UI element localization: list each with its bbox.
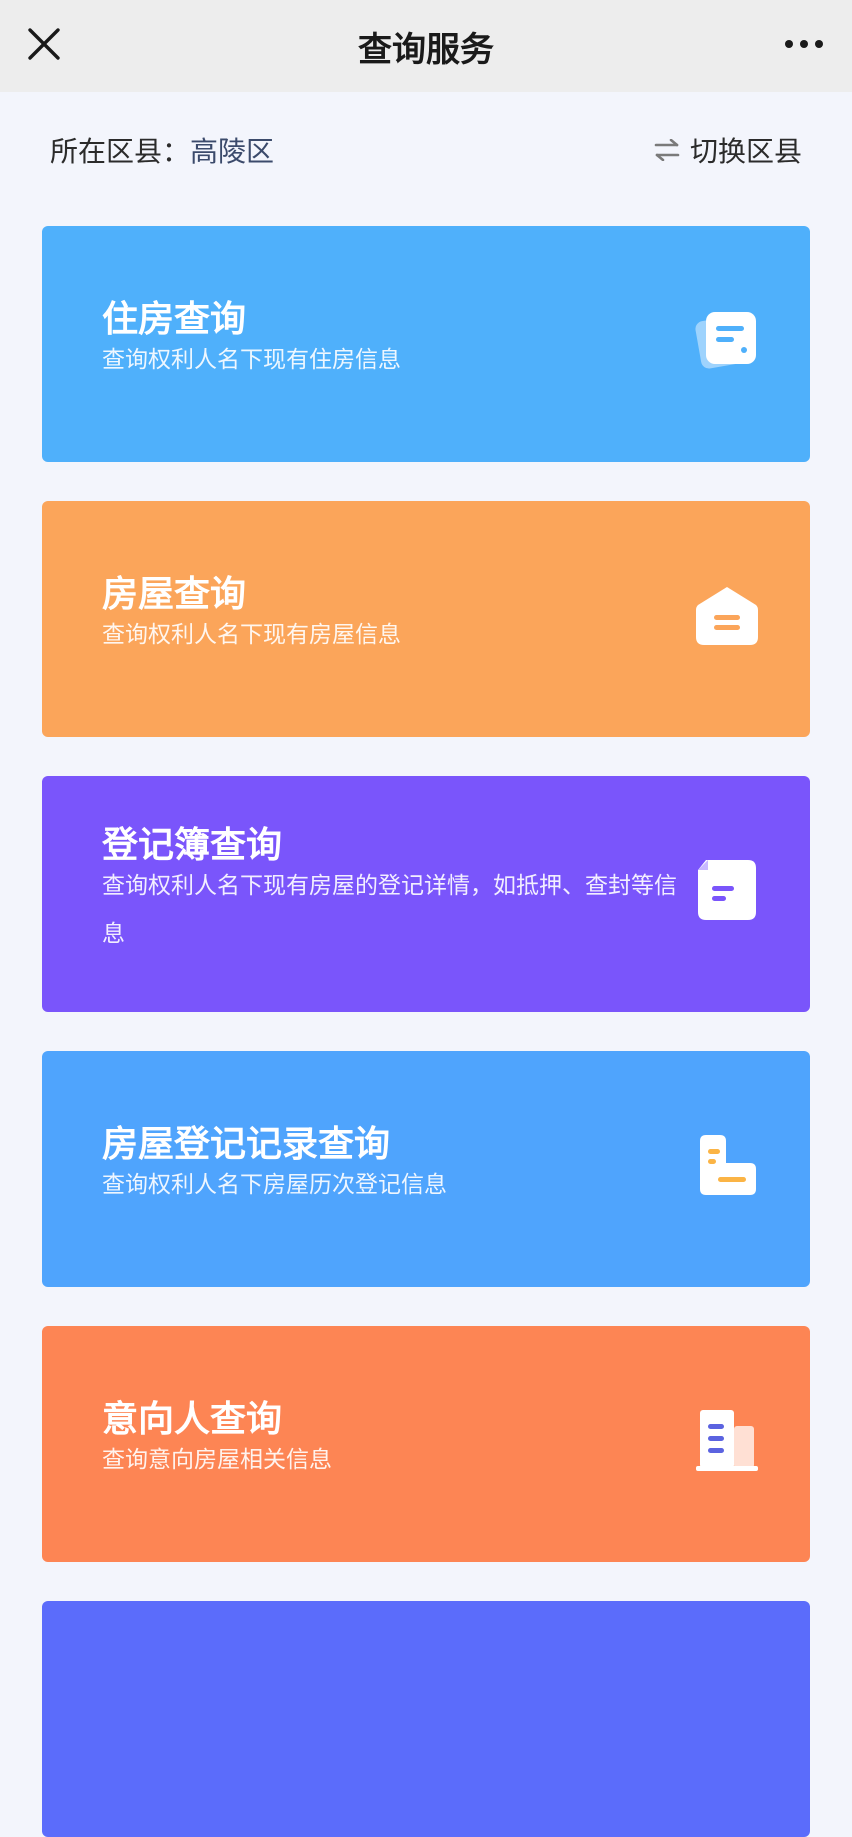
swap-arrows-icon <box>654 139 680 161</box>
card-house-query[interactable]: 房屋查询 查询权利人名下现有房屋信息 <box>42 501 810 737</box>
close-button[interactable] <box>22 22 66 66</box>
close-icon <box>28 28 60 60</box>
card-desc: 查询权利人名下现有房屋信息 <box>102 622 401 648</box>
house-icon <box>696 587 758 645</box>
more-dot-icon <box>785 40 793 48</box>
card-title: 登记簿查询 <box>102 825 283 866</box>
more-button[interactable] <box>776 22 832 66</box>
card-title: 房屋登记记录查询 <box>102 1124 391 1165</box>
card-ledger-query[interactable]: 登记簿查询 查询权利人名下现有房屋的登记详情，如抵押、查封等信息 <box>42 776 810 1012</box>
district-row: 所在区县：高陵区 切换区县 <box>50 128 802 172</box>
card-intended-buyer-query[interactable]: 意向人查询 查询意向房屋相关信息 <box>42 1326 810 1562</box>
building-icon <box>696 1410 758 1471</box>
document-list-icon <box>695 312 756 369</box>
district-label: 所在区县： <box>50 135 191 168</box>
card-desc: 查询意向房屋相关信息 <box>102 1447 332 1473</box>
card-desc: 查询权利人名下现有房屋的登记详情，如抵押、查封等信息 <box>102 873 677 947</box>
card-desc: 查询权利人名下房屋历次登记信息 <box>102 1172 447 1198</box>
record-icon <box>700 1135 756 1195</box>
more-dot-icon <box>800 40 808 48</box>
district-info: 所在区县：高陵区 <box>50 130 274 170</box>
top-bar: 查询服务 <box>0 0 852 92</box>
switch-district-button[interactable]: 切换区县 <box>654 130 802 170</box>
card-title: 住房查询 <box>102 299 247 340</box>
page-title: 查询服务 <box>358 29 494 70</box>
card-desc: 查询权利人名下现有住房信息 <box>102 347 401 373</box>
ledger-icon <box>698 860 756 920</box>
card-title: 意向人查询 <box>102 1399 283 1440</box>
card-partial[interactable] <box>42 1601 810 1837</box>
card-record-query[interactable]: 房屋登记记录查询 查询权利人名下房屋历次登记信息 <box>42 1051 810 1287</box>
more-dot-icon <box>815 40 823 48</box>
card-title: 房屋查询 <box>102 574 247 615</box>
card-housing-query[interactable]: 住房查询 查询权利人名下现有住房信息 <box>42 226 810 462</box>
switch-district-label: 切换区县 <box>689 135 802 168</box>
district-value: 高陵区 <box>190 135 275 168</box>
